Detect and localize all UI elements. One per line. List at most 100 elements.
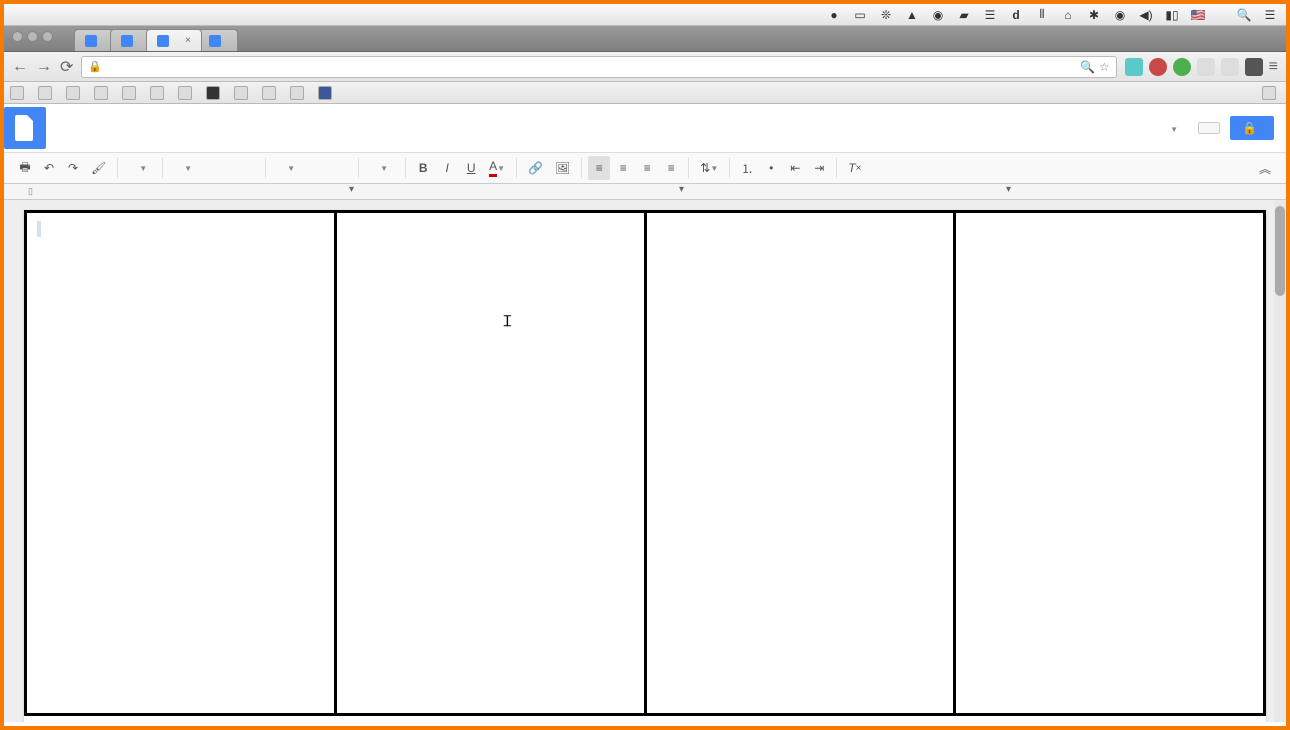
text-color-button[interactable]: A ▼ bbox=[484, 156, 510, 180]
italic-button[interactable]: I bbox=[436, 156, 458, 180]
tab-1[interactable] bbox=[74, 29, 114, 51]
zoom-dropdown[interactable]: ▼ bbox=[124, 159, 156, 178]
link-button[interactable]: 🔗 bbox=[523, 156, 548, 180]
panel-2[interactable]: 𝙸 bbox=[337, 213, 647, 713]
tab-2[interactable] bbox=[110, 29, 150, 51]
indent-decrease-button[interactable]: ⇤ bbox=[784, 156, 806, 180]
underline-button[interactable]: U bbox=[460, 156, 482, 180]
ext-icon-6[interactable] bbox=[1245, 58, 1263, 76]
tab-3-active[interactable]: × bbox=[146, 29, 202, 51]
print-button[interactable]: 🖶 bbox=[14, 156, 36, 180]
docs-logo[interactable] bbox=[4, 107, 46, 149]
panel-3[interactable] bbox=[647, 213, 957, 713]
docs-menu-file[interactable] bbox=[60, 129, 72, 133]
ext-icon-1[interactable] bbox=[1125, 58, 1143, 76]
menubar-db-icon[interactable]: ⫴ bbox=[1034, 8, 1050, 22]
menubar-1p-icon[interactable]: ◉ bbox=[930, 8, 946, 22]
numbered-list-button[interactable]: ⒈ bbox=[736, 156, 758, 180]
menubar-bt-icon[interactable]: ✱ bbox=[1086, 8, 1102, 22]
tab-4[interactable] bbox=[198, 29, 238, 51]
ruler-tab-indicator[interactable]: ▾ bbox=[349, 184, 354, 195]
image-button[interactable]: 🖼 bbox=[550, 156, 575, 180]
menubar-sync-icon[interactable]: ❊ bbox=[878, 8, 894, 22]
ruler[interactable]: ▯ ▾ ▾ ▾ bbox=[4, 184, 1286, 200]
bookmark-item[interactable] bbox=[178, 86, 196, 100]
bulleted-list-button[interactable]: • bbox=[760, 156, 782, 180]
menubar-flag-icon[interactable]: 🇺🇸 bbox=[1190, 8, 1206, 22]
ruler-tab-indicator[interactable]: ▾ bbox=[679, 184, 684, 195]
comments-button[interactable] bbox=[1198, 122, 1220, 134]
docs-menu-table[interactable] bbox=[144, 129, 156, 133]
page[interactable]: 𝙸 bbox=[24, 210, 1266, 722]
bookmark-item[interactable] bbox=[206, 86, 224, 100]
align-right-button[interactable]: ≡ bbox=[636, 156, 658, 180]
ext-icon-5[interactable] bbox=[1221, 58, 1239, 76]
reload-button[interactable]: ⟳ bbox=[60, 57, 73, 77]
forward-button[interactable]: → bbox=[36, 58, 52, 76]
bookmark-item[interactable] bbox=[94, 86, 112, 100]
bookmark-item[interactable] bbox=[66, 86, 84, 100]
chrome-menu-button[interactable]: ≡ bbox=[1269, 58, 1278, 76]
menubar-list-icon[interactable]: ☰ bbox=[1262, 8, 1278, 22]
menubar-wifi-icon[interactable]: ◉ bbox=[1112, 8, 1128, 22]
address-bar[interactable]: 🔒 🔍 ☆ bbox=[81, 56, 1116, 78]
apps-button[interactable] bbox=[10, 86, 28, 100]
menubar-cloud-icon[interactable]: ▲ bbox=[904, 8, 920, 22]
zoom-icon[interactable]: 🔍 bbox=[1080, 60, 1095, 74]
menubar-search-icon[interactable]: 🔍 bbox=[1236, 8, 1252, 22]
align-justify-button[interactable]: ≡ bbox=[660, 156, 682, 180]
bold-button[interactable]: B bbox=[412, 156, 434, 180]
menubar-d-icon[interactable]: d bbox=[1008, 8, 1024, 22]
docs-menu-tools[interactable] bbox=[130, 129, 142, 133]
font-dropdown[interactable]: ▼ bbox=[272, 159, 352, 178]
ruler-left-margin[interactable]: ▯ bbox=[28, 186, 33, 197]
user-menu[interactable]: ▼ bbox=[1170, 121, 1178, 135]
scroll-thumb[interactable] bbox=[1275, 206, 1285, 296]
docs-menu-help[interactable] bbox=[158, 129, 170, 133]
back-button[interactable]: ← bbox=[12, 58, 28, 76]
fontsize-dropdown[interactable]: ▼ bbox=[365, 159, 399, 178]
paint-format-button[interactable]: 🖌 bbox=[86, 156, 111, 180]
window-close-button[interactable] bbox=[12, 31, 23, 42]
menubar-vol-icon[interactable]: ◀) bbox=[1138, 8, 1154, 22]
bookmark-item[interactable] bbox=[150, 86, 168, 100]
menubar-display-icon[interactable]: ▭ bbox=[852, 8, 868, 22]
menubar-batt-icon[interactable]: ▮▯ bbox=[1164, 8, 1180, 22]
star-icon[interactable]: ☆ bbox=[1099, 60, 1110, 74]
document-canvas[interactable]: 𝙸 bbox=[4, 200, 1286, 722]
docs-menu-format[interactable] bbox=[116, 129, 128, 133]
menubar-drop-icon[interactable]: ⌂ bbox=[1060, 8, 1076, 22]
menubar-net-icon[interactable]: ☰ bbox=[982, 8, 998, 22]
bookmark-item[interactable] bbox=[234, 86, 252, 100]
ext-icon-2[interactable] bbox=[1149, 58, 1167, 76]
style-dropdown[interactable]: ▼ bbox=[169, 159, 259, 178]
line-spacing-button[interactable]: ⇅ ▼ bbox=[695, 156, 723, 180]
other-bookmarks[interactable] bbox=[1262, 86, 1280, 100]
ext-icon-3[interactable] bbox=[1173, 58, 1191, 76]
collapse-toolbar-button[interactable]: ︽ bbox=[1254, 156, 1276, 180]
bookmark-item[interactable] bbox=[290, 86, 308, 100]
docs-menu-edit[interactable] bbox=[74, 129, 86, 133]
vertical-scrollbar[interactable] bbox=[1274, 200, 1286, 722]
bookmark-item[interactable] bbox=[38, 86, 56, 100]
redo-button[interactable]: ↷ bbox=[62, 156, 84, 180]
panel-1[interactable] bbox=[27, 213, 337, 713]
window-min-button[interactable] bbox=[27, 31, 38, 42]
undo-button[interactable]: ↶ bbox=[38, 156, 60, 180]
share-button[interactable]: 🔒 bbox=[1230, 116, 1274, 140]
ext-icon-4[interactable] bbox=[1197, 58, 1215, 76]
indent-increase-button[interactable]: ⇥ bbox=[808, 156, 830, 180]
align-left-button[interactable]: ≡ bbox=[588, 156, 610, 180]
ruler-tab-indicator[interactable]: ▾ bbox=[1006, 184, 1011, 195]
clear-format-button[interactable]: T× bbox=[843, 156, 866, 180]
bookmark-item[interactable] bbox=[122, 86, 140, 100]
bookmark-item[interactable] bbox=[318, 86, 336, 100]
bookmark-item[interactable] bbox=[262, 86, 280, 100]
menubar-hat-icon[interactable]: ▰ bbox=[956, 8, 972, 22]
panel-4[interactable] bbox=[956, 213, 1263, 713]
docs-menu-view[interactable] bbox=[88, 129, 100, 133]
menubar-rec-icon[interactable]: ● bbox=[826, 8, 842, 22]
close-tab-icon[interactable]: × bbox=[185, 35, 191, 46]
window-max-button[interactable] bbox=[42, 31, 53, 42]
docs-menu-insert[interactable] bbox=[102, 129, 114, 133]
